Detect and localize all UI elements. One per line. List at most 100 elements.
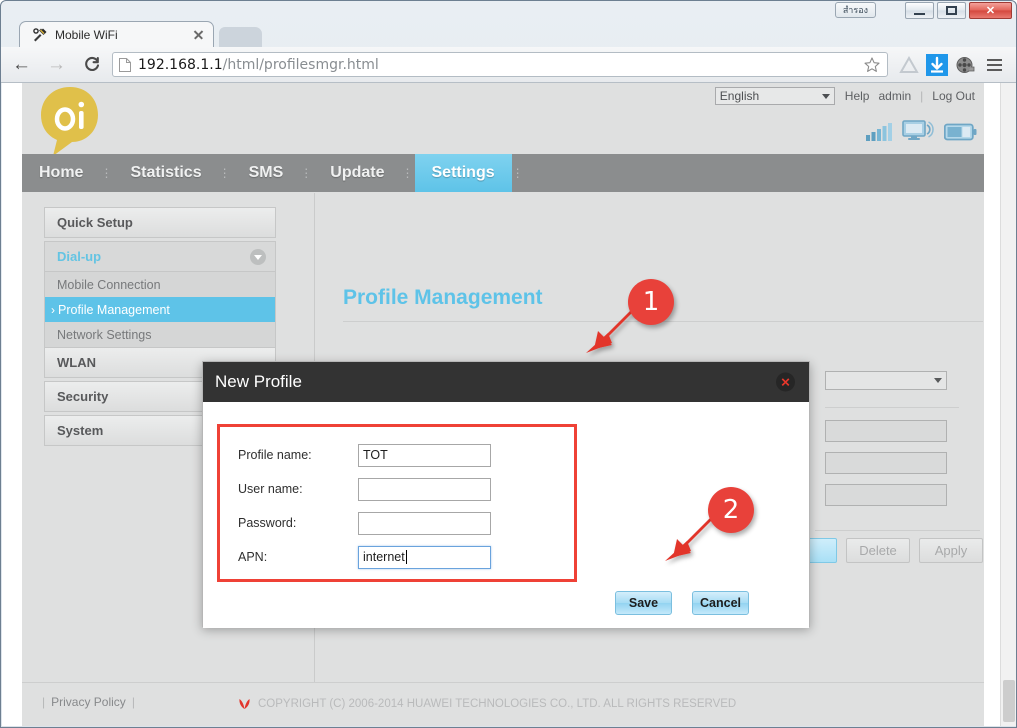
close-tab-icon[interactable] <box>191 28 205 42</box>
field-row-apn: APN: internet <box>238 545 568 569</box>
forward-button[interactable]: → <box>42 51 71 79</box>
tab-title: Mobile WiFi <box>55 28 118 42</box>
site-footer: | Privacy Policy | COPYRIGHT (C) 2006-2014… <box>22 682 984 726</box>
scrollbar-thumb[interactable] <box>1003 680 1015 722</box>
header-links: English Help admin | Log Out <box>714 87 984 105</box>
new-tab-button[interactable] <box>219 27 262 48</box>
save-button[interactable]: Save <box>615 591 672 615</box>
apn-input-value: internet <box>363 550 405 564</box>
sidebar-item-label: Quick Setup <box>57 215 133 230</box>
window-controls: ✕ <box>905 2 1012 19</box>
nav-divider: ⋮ <box>218 166 232 180</box>
sidebar-item-network-settings[interactable]: Network Settings <box>44 322 276 347</box>
browser-toolbar: ← → 192.168.1.1/html/profilesmgr.html <box>1 47 1016 83</box>
nav-item-settings[interactable]: Settings <box>414 154 512 192</box>
sidebar-item-label: Profile Management <box>58 302 170 317</box>
text-cursor <box>405 550 407 564</box>
chevron-down-icon <box>934 378 942 383</box>
nav-item-statistics[interactable]: Statistics <box>113 154 218 192</box>
maximize-button[interactable] <box>937 2 966 19</box>
profile-select[interactable] <box>825 371 947 390</box>
page-scrollbar[interactable] <box>1000 83 1016 726</box>
help-link[interactable]: Help <box>845 89 870 103</box>
sidebar-item-label: WLAN <box>57 355 96 370</box>
delete-button[interactable]: Delete <box>846 538 910 563</box>
page-document-icon <box>119 57 131 72</box>
tools-icon <box>32 27 48 43</box>
main-nav: Home ⋮ Statistics ⋮ SMS ⋮ Update ⋮ Setti… <box>22 154 984 192</box>
bookmark-star-icon[interactable] <box>863 56 881 74</box>
url-path: /html/profilesmgr.html <box>222 56 379 73</box>
footer-divider: | <box>131 695 135 709</box>
highlighted-fields-region: Profile name: TOT User name: Password: A… <box>217 424 577 582</box>
nav-divider: ⋮ <box>401 166 415 180</box>
annotation-marker-1: 1 <box>628 279 674 325</box>
profile-name-field[interactable] <box>825 420 947 442</box>
page-viewport: English Help admin | Log Out Home ⋮ Stat… <box>2 83 1016 726</box>
nav-divider: ⋮ <box>100 166 114 180</box>
sidebar-item-label: System <box>57 423 104 438</box>
logout-link[interactable]: Log Out <box>932 89 975 103</box>
huawei-logo-icon <box>237 697 252 710</box>
site-header: English Help admin | Log Out <box>22 83 984 156</box>
language-select[interactable]: English <box>714 87 835 105</box>
form-divider <box>815 530 980 531</box>
thai-toolbar-button[interactable]: สำรอง <box>834 2 876 18</box>
cancel-button[interactable]: Cancel <box>692 591 749 615</box>
address-bar[interactable]: 192.168.1.1/html/profilesmgr.html <box>112 52 888 77</box>
apply-button[interactable]: Apply <box>919 538 983 563</box>
admin-link[interactable]: admin <box>878 89 911 103</box>
hamburger-menu-icon[interactable] <box>980 52 1008 78</box>
apn-label: APN: <box>238 550 268 564</box>
sidebar-item-profile-management[interactable]: › Profile Management <box>44 297 276 322</box>
privacy-policy-link[interactable]: Privacy Policy <box>51 695 126 709</box>
header-divider: | <box>920 89 924 103</box>
close-window-button[interactable]: ✕ <box>969 2 1012 19</box>
wifi-monitor-icon <box>902 119 934 146</box>
reload-button[interactable] <box>77 51 106 79</box>
back-button[interactable]: ← <box>7 51 36 79</box>
chevron-down-icon[interactable] <box>250 248 266 265</box>
download-icon[interactable] <box>924 52 950 78</box>
oi-logo <box>37 86 104 158</box>
nav-divider: ⋮ <box>511 166 525 180</box>
profile-name-input[interactable]: TOT <box>358 443 491 467</box>
close-dialog-icon[interactable]: ✕ <box>776 372 795 392</box>
password-field[interactable] <box>825 484 947 506</box>
new-profile-button[interactable] <box>807 538 837 563</box>
copyright-block: COPYRIGHT (C) 2006-2014 HUAWEI TECHNOLOG… <box>237 697 736 710</box>
sidebar-item-label: Network Settings <box>57 327 152 342</box>
minimize-button[interactable] <box>905 2 934 19</box>
sidebar-item-mobile-connection[interactable]: Mobile Connection <box>44 272 276 297</box>
sidebar-item-quick-setup[interactable]: Quick Setup <box>44 207 276 238</box>
sidebar-item-label: Dial-up <box>57 249 102 264</box>
nav-divider: ⋮ <box>300 166 314 180</box>
url-host: 192.168.1.1 <box>138 56 223 73</box>
dialog-titlebar: New Profile ✕ <box>203 362 809 402</box>
annotation-marker-2: 2 <box>708 487 754 533</box>
password-input[interactable] <box>358 511 491 535</box>
nav-item-home[interactable]: Home <box>22 154 100 192</box>
menu-line <box>986 58 1002 61</box>
profile-name-label: Profile name: <box>238 448 312 462</box>
footer-divider: | <box>42 695 46 709</box>
sidebar-item-label: Mobile Connection <box>57 277 161 292</box>
field-row-profile-name: Profile name: TOT <box>238 443 568 467</box>
apn-input[interactable]: internet <box>358 545 491 569</box>
user-name-field[interactable] <box>825 452 947 474</box>
drive-icon[interactable] <box>896 52 922 78</box>
browser-window: สำรอง ✕ Mobile WiFi ← → 192.168.1.1/html… <box>0 0 1017 728</box>
menu-line <box>986 63 1002 66</box>
menu-line <box>986 68 1002 71</box>
user-name-input[interactable] <box>358 477 491 501</box>
film-reel-icon[interactable] <box>952 52 978 78</box>
tab-mobile-wifi[interactable]: Mobile WiFi <box>19 21 214 48</box>
field-row-password: Password: <box>238 511 568 535</box>
nav-item-update[interactable]: Update <box>313 154 401 192</box>
privacy-policy-block: | Privacy Policy | <box>36 695 141 709</box>
sidebar-item-dial-up[interactable]: Dial-up <box>44 241 276 272</box>
sidebar-item-label: Security <box>57 389 109 404</box>
copyright-text: COPYRIGHT (C) 2006-2014 HUAWEI TECHNOLOG… <box>258 697 737 710</box>
nav-item-sms[interactable]: SMS <box>232 154 301 192</box>
dialog-title: New Profile <box>215 372 302 391</box>
